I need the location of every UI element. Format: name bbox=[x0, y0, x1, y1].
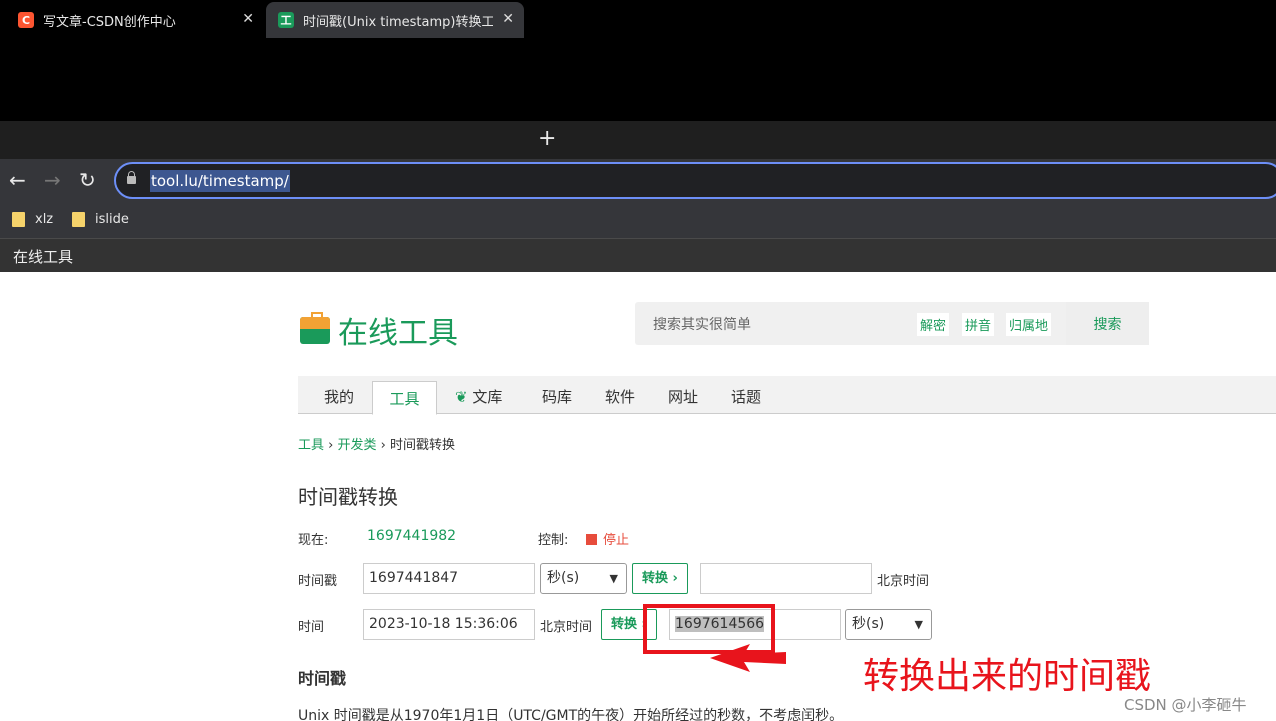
leaf-icon: ❦ bbox=[455, 388, 468, 406]
back-icon[interactable]: ← bbox=[9, 169, 26, 191]
breadcrumb: 工具 › 开发类 › 时间戳转换 bbox=[298, 434, 455, 453]
timestamp-input[interactable]: 1697441847 bbox=[363, 563, 535, 594]
time-input[interactable]: 2023-10-18 15:36:06 bbox=[363, 609, 535, 640]
description-text: Unix 时间戳是从1970年1月1日（UTC/GMT的午夜）开始所经过的秒数，… bbox=[298, 708, 844, 721]
site-nav bbox=[298, 376, 1276, 414]
tab-title: 写文章-CSDN创作中心 bbox=[43, 14, 176, 30]
annotation-arrow-icon bbox=[710, 644, 786, 672]
convert-to-time-button[interactable]: 转换 › bbox=[632, 563, 688, 594]
now-timestamp: 1697441982 bbox=[367, 528, 457, 544]
annotation-text: 转换出来的时间戳 bbox=[863, 656, 1152, 697]
folder-icon bbox=[12, 212, 25, 227]
chevron-down-icon: ▼ bbox=[914, 618, 923, 631]
tool-favicon-icon: 工 bbox=[278, 12, 294, 28]
site-title-text: 在线工具 bbox=[13, 248, 74, 266]
close-tab-icon[interactable]: ✕ bbox=[502, 11, 514, 27]
lock-icon bbox=[127, 171, 136, 184]
time-result-field[interactable] bbox=[700, 563, 872, 594]
stop-label: 停止 bbox=[603, 533, 630, 548]
stop-icon bbox=[586, 534, 597, 545]
watermark: CSDN @小李砸牛 bbox=[1124, 696, 1247, 714]
section-title: 时间戳 bbox=[298, 669, 347, 688]
time-label: 时间 bbox=[298, 620, 325, 635]
breadcrumb-dev[interactable]: 开发类 bbox=[338, 438, 377, 453]
chevron-down-icon: ▼ bbox=[609, 572, 618, 585]
reload-icon[interactable]: ↻ bbox=[79, 169, 96, 191]
breadcrumb-separator: › bbox=[328, 438, 334, 453]
search-button[interactable]: 搜索 bbox=[1066, 302, 1149, 345]
nav-label: 文库 bbox=[472, 388, 503, 406]
page-title: 时间戳转换 bbox=[298, 485, 398, 509]
nav-topics[interactable]: 话题 bbox=[731, 386, 761, 407]
search-chip-decrypt[interactable]: 解密 bbox=[917, 313, 950, 336]
bookmark-label: xlz bbox=[35, 212, 54, 227]
forward-icon[interactable]: → bbox=[44, 169, 61, 191]
breadcrumb-current: 时间戳转换 bbox=[390, 438, 456, 453]
bookmarks-bar bbox=[0, 201, 1276, 239]
search-chip-location[interactable]: 归属地 bbox=[1006, 313, 1052, 336]
tab-csdn[interactable]: C 写文章-CSDN创作中心 ✕ bbox=[6, 2, 264, 38]
url-text[interactable]: tool.lu/timestamp/ bbox=[150, 170, 290, 192]
nav-code[interactable]: 码库 bbox=[542, 386, 572, 407]
timezone-label: 北京时间 bbox=[877, 574, 930, 589]
search-placeholder: 搜索其实很简单 bbox=[653, 317, 751, 333]
tab-strip bbox=[0, 121, 1276, 159]
close-tab-icon[interactable]: ✕ bbox=[242, 11, 254, 27]
breadcrumb-tools[interactable]: 工具 bbox=[298, 438, 324, 453]
site-title-strip: 在线工具 bbox=[0, 239, 1276, 272]
nav-library[interactable]: ❦ 文库 bbox=[455, 386, 502, 407]
unit-value: 秒(s) bbox=[852, 616, 885, 632]
tab-title: 时间戳(Unix timestamp)转换工具 bbox=[303, 14, 493, 30]
nav-sites[interactable]: 网址 bbox=[668, 386, 698, 407]
now-label: 现在: bbox=[298, 533, 329, 548]
unit-value: 秒(s) bbox=[547, 570, 580, 586]
control-label: 控制: bbox=[538, 533, 569, 548]
result-unit-select[interactable]: 秒(s) ▼ bbox=[845, 609, 932, 640]
bookmark-xlz[interactable]: xlz bbox=[12, 212, 53, 227]
timestamp-unit-select[interactable]: 秒(s) ▼ bbox=[540, 563, 627, 594]
new-tab-icon[interactable]: + bbox=[538, 126, 556, 152]
breadcrumb-separator: › bbox=[380, 438, 386, 453]
nav-mine[interactable]: 我的 bbox=[324, 386, 354, 407]
nav-software[interactable]: 软件 bbox=[605, 386, 635, 407]
bookmark-label: islide bbox=[95, 212, 129, 227]
bookmark-islide[interactable]: islide bbox=[72, 212, 129, 227]
csdn-favicon-icon: C bbox=[18, 12, 34, 28]
site-logo[interactable]: 在线工具 bbox=[300, 308, 458, 352]
tab-timestamp[interactable]: 工 时间戳(Unix timestamp)转换工具 ✕ bbox=[266, 2, 524, 38]
nav-tools[interactable]: 工具 bbox=[372, 381, 437, 415]
search-chip-pinyin[interactable]: 拼音 bbox=[962, 313, 995, 336]
toolbox-icon bbox=[300, 311, 330, 344]
stop-button[interactable]: 停止 bbox=[586, 529, 629, 548]
timezone-label: 北京时间 bbox=[540, 620, 593, 635]
timestamp-label: 时间戳 bbox=[298, 574, 338, 589]
logo-text: 在线工具 bbox=[338, 316, 458, 351]
folder-icon bbox=[72, 212, 85, 227]
